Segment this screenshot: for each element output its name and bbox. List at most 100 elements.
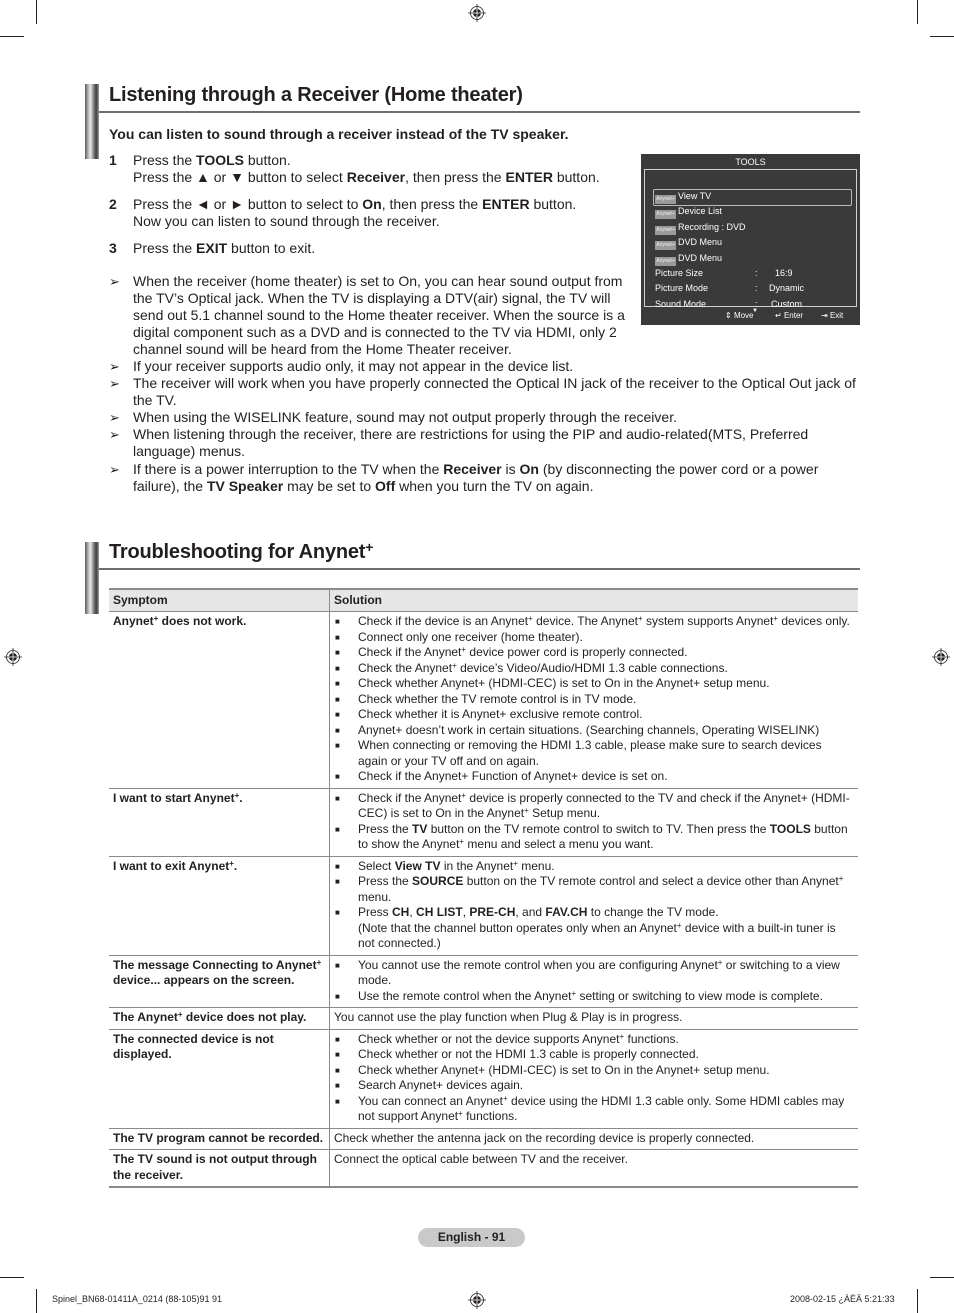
osd-setting-label: Sound Mode <box>655 299 707 309</box>
registration-mark-icon <box>932 648 950 666</box>
osd-setting-label: Picture Size <box>655 268 704 278</box>
anynet-logo-icon: Anynet+ <box>655 257 676 266</box>
solution-cell: Check if the Anynet+ device is properly … <box>329 788 858 857</box>
note-text: If there is a power interruption to the … <box>133 461 819 494</box>
enter-icon: ↵ <box>775 311 782 320</box>
note-arrow-icon: ➢ <box>109 274 120 289</box>
solution-item: Check whether the TV remote control is i… <box>334 692 854 708</box>
solution-item: Press CH, CH LIST, PRE-CH, and FAV.CH to… <box>334 905 854 952</box>
step-text: Press the TOOLS button. Press the ▲ or ▼ … <box>133 152 600 185</box>
solution-item: Check the Anynet+ device’s Video/Audio/H… <box>334 661 854 677</box>
crop-mark <box>930 1277 954 1278</box>
solution-list: Check whether or not the device supports… <box>334 1032 854 1125</box>
osd-item-label: Device List <box>678 206 723 216</box>
note-text: If your receiver supports audio only, it… <box>133 358 574 374</box>
crop-mark <box>930 36 954 37</box>
registration-mark-icon <box>468 4 486 22</box>
solution-item: Check whether Anynet+ (HDMI-CEC) is set … <box>334 676 854 692</box>
symptom-cell: The message Connecting to Anynet+ device… <box>109 955 330 1008</box>
symptom-cell: The TV program cannot be recorded. <box>109 1128 330 1150</box>
solution-item: Check whether Anynet+ (HDMI-CEC) is set … <box>334 1063 854 1079</box>
osd-item-dvd-menu[interactable]: Anynet+ DVD Menu <box>655 237 722 250</box>
section-title-troubleshooting: Troubleshooting for Anynet+ <box>109 539 374 564</box>
anynet-logo-icon: Anynet+ <box>655 195 676 204</box>
symptom-cell: Anynet+ does not work. <box>109 611 330 789</box>
section-title-receiver: Listening through a Receiver (Home theat… <box>109 84 523 106</box>
solution-item: Check whether it is Anynet+ exclusive re… <box>334 707 854 723</box>
note-text: When listening through the receiver, the… <box>133 426 809 459</box>
osd-footer-move: ⇕ Move <box>725 311 754 320</box>
crop-mark <box>917 0 918 24</box>
solution-item: Check if the Anynet+ device power cord i… <box>334 645 854 661</box>
osd-colon: : <box>755 283 758 293</box>
osd-item-device-list[interactable]: Anynet+ Device List <box>655 206 722 219</box>
anynet-logo-icon: Anynet+ <box>655 226 676 235</box>
note-text: When using the WISELINK feature, sound m… <box>133 409 677 425</box>
table-row: The connected device is not displayed.Ch… <box>109 1029 858 1129</box>
solution-list: Select View TV in the Anynet+ menu.Press… <box>334 859 854 952</box>
solution-item: You cannot use the remote control when y… <box>334 958 854 989</box>
table-row: The TV sound is not output through the r… <box>109 1149 858 1188</box>
note-arrow-icon: ➢ <box>109 410 120 425</box>
osd-item-label: DVD Menu <box>678 253 723 263</box>
osd-setting-value[interactable]: 16:9 <box>775 268 793 278</box>
osd-item-label: View TV <box>678 191 712 201</box>
table-row: The Anynet+ device does not play. You can… <box>109 1007 858 1030</box>
section-rule <box>99 111 860 113</box>
registration-mark-icon <box>4 648 22 666</box>
osd-item-recording[interactable]: Anynet+ Recording : DVD <box>655 222 746 235</box>
troubleshooting-table: Symptom Solution Anynet+ does not work.C… <box>109 588 858 1188</box>
solution-list: Check if the Anynet+ device is properly … <box>334 791 854 853</box>
osd-colon: : <box>755 268 758 278</box>
solution-item: Use the remote control when the Anynet+ … <box>334 989 854 1005</box>
osd-footer-label: Exit <box>829 311 844 320</box>
title-superscript: + <box>365 539 374 555</box>
note-text: The receiver will work when you have pro… <box>133 375 856 408</box>
solution-cell: Select View TV in the Anynet+ menu.Press… <box>329 856 858 956</box>
section-bar <box>85 84 99 159</box>
section-intro: You can listen to sound through a receiv… <box>109 126 569 142</box>
osd-item-view-tv[interactable]: Anynet+ View TV <box>655 191 711 204</box>
solution-list: You cannot use the remote control when y… <box>334 958 854 1005</box>
step-number: 1 <box>109 152 117 168</box>
table-row: The TV program cannot be recorded. Check … <box>109 1128 858 1150</box>
solution-cell: Connect the optical cable between TV and… <box>329 1149 858 1188</box>
osd-footer-exit: ⇥ Exit <box>821 311 843 320</box>
section-rule <box>99 568 860 570</box>
crop-mark <box>0 1277 24 1278</box>
osd-setting-value[interactable]: Custom <box>771 299 802 309</box>
crop-mark <box>917 1289 918 1313</box>
solution-item: Check if the Anynet+ Function of Anynet+… <box>334 769 854 785</box>
note-text: When the receiver (home theater) is set … <box>133 273 625 357</box>
step-text: Press the EXIT button to exit. <box>133 240 316 256</box>
osd-title: TOOLS <box>735 157 766 167</box>
table-row: The message Connecting to Anynet+ device… <box>109 955 858 1008</box>
solution-item: Check if the device is an Anynet+ device… <box>334 614 854 630</box>
anynet-logo-icon: Anynet+ <box>655 210 676 219</box>
symptom-cell: I want to exit Anynet+. <box>109 856 330 956</box>
solution-item: You can connect an Anynet+ device using … <box>334 1094 854 1125</box>
solution-item: Connect only one receiver (home theater)… <box>334 630 854 646</box>
osd-setting-value[interactable]: Dynamic <box>769 283 804 293</box>
osd-item-dvd-menu[interactable]: Anynet+ DVD Menu <box>655 253 722 266</box>
exit-icon: ⇥ <box>821 311 828 320</box>
step-text: Press the ◄ or ► button to select to On,… <box>133 196 577 229</box>
anynet-logo-icon: Anynet+ <box>655 241 676 250</box>
table-header-row: Symptom Solution <box>109 588 858 612</box>
solution-item: Press the SOURCE button on the TV remote… <box>334 874 854 905</box>
solution-list: Check if the device is an Anynet+ device… <box>334 614 854 785</box>
registration-mark-icon <box>468 1291 486 1309</box>
note-arrow-icon: ➢ <box>109 427 120 442</box>
crop-mark <box>0 36 24 37</box>
print-slug-right: 2008-02-15 ¿ÀÈÄ 5:21:33 <box>790 1294 895 1304</box>
symptom-cell: I want to start Anynet+. <box>109 788 330 857</box>
note-arrow-icon: ➢ <box>109 376 120 391</box>
solution-cell: Check if the device is an Anynet+ device… <box>329 611 858 789</box>
print-slug-left: Spinel_BN68-01411A_0214 (88-105)91 91 <box>52 1294 222 1304</box>
solution-cell: Check whether the antenna jack on the re… <box>329 1128 858 1150</box>
osd-item-label: Recording : DVD <box>678 222 746 232</box>
solution-item: Check whether or not the HDMI 1.3 cable … <box>334 1047 854 1063</box>
osd-footer-enter: ↵ Enter <box>775 311 803 320</box>
solution-item: Select View TV in the Anynet+ menu. <box>334 859 854 875</box>
section-bar <box>85 542 99 614</box>
